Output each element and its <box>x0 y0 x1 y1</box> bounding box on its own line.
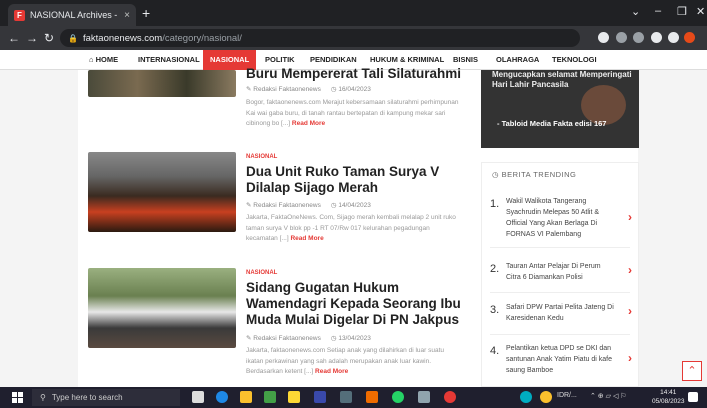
windows-start-icon[interactable] <box>12 392 23 403</box>
sidepanel-icon[interactable] <box>668 32 679 43</box>
browser-tab[interactable]: F NASIONAL Archives - FaktaOne! × <box>8 4 136 26</box>
article-meta: ✎ Redaksi Faktaonenews ◷ 16/04/2023 <box>246 85 371 93</box>
read-more-link[interactable]: Read More <box>290 235 323 242</box>
chrome-icon[interactable] <box>444 391 456 403</box>
tab-title: NASIONAL Archives - FaktaOne! <box>30 10 119 20</box>
author-label: ✎ Redaksi Faktaonenews <box>246 86 321 93</box>
banner-caption-bottom: - Tabloid Media Fakta edisi 167 <box>497 119 607 128</box>
notification-icon[interactable] <box>688 392 698 402</box>
taskbar-search-placeholder: Type here to search <box>51 393 123 402</box>
browser-tab-bar: F NASIONAL Archives - FaktaOne! × + ⌄ – … <box>0 0 707 26</box>
forward-arrow-icon[interactable]: → <box>26 31 38 45</box>
article-excerpt: Jakarta, faktaonenews.com Setiap anak ya… <box>246 347 445 375</box>
banner-caption-top: Mengucapkan selamat Memperingati Hari La… <box>492 70 632 89</box>
site-favicon-icon: F <box>14 9 25 21</box>
article-thumbnail[interactable] <box>88 152 236 232</box>
tray-currency-text[interactable]: IDR/... <box>557 392 577 399</box>
trending-heading: ◷ BERITA TRENDING <box>492 170 577 179</box>
author-label: ✎ Redaksi Faktaonenews <box>246 335 321 342</box>
date-label: ◷ 16/04/2023 <box>330 86 371 93</box>
trending-number: 4. <box>490 345 500 357</box>
scroll-to-top-button[interactable]: ⌃ <box>682 361 702 381</box>
google-lens-icon[interactable] <box>598 32 609 43</box>
app-icon[interactable] <box>314 391 326 403</box>
app-icon[interactable] <box>366 391 378 403</box>
url-text: faktaonenews.com/category/nasional/ <box>82 32 242 44</box>
article-meta: ✎ Redaksi Faktaonenews ◷ 14/04/2023 <box>246 201 371 209</box>
chevron-right-icon: › <box>628 263 632 277</box>
article-meta: ✎ Redaksi Faktaonenews ◷ 13/04/2023 <box>246 334 371 342</box>
tab-close-icon[interactable]: × <box>124 10 130 21</box>
trending-text: Pelantikan ketua DPD se DKI dan santunan… <box>506 345 612 374</box>
nav-internasional[interactable]: INTERNASIONAL <box>131 50 207 70</box>
divider <box>490 334 630 335</box>
article-title[interactable]: Dua Unit Ruko Taman Surya V Dilalap Sija… <box>246 164 466 196</box>
article-thumbnail[interactable] <box>88 70 236 97</box>
chevron-right-icon: › <box>628 351 632 365</box>
minimize-button[interactable]: – <box>655 5 661 17</box>
nav-teknologi[interactable]: TEKNOLOGI <box>545 50 604 70</box>
divider <box>490 292 630 293</box>
reload-icon[interactable]: ↻ <box>44 31 54 45</box>
back-arrow-icon[interactable]: ← <box>8 31 20 45</box>
clock-time: 14:41 <box>660 389 677 396</box>
search-icon: ⚲ <box>40 393 46 402</box>
read-more-link[interactable]: Read More <box>315 368 348 375</box>
new-tab-button[interactable]: + <box>142 5 150 21</box>
article-category[interactable]: NASIONAL <box>246 270 277 276</box>
app-icon[interactable] <box>418 391 430 403</box>
read-more-link[interactable]: Read More <box>292 120 325 127</box>
article-title[interactable]: Sidang Gugatan Hukum Wamendagri Kepada S… <box>246 280 466 328</box>
whatsapp-icon[interactable] <box>392 391 404 403</box>
app-icon[interactable] <box>288 391 300 403</box>
share-icon[interactable] <box>616 32 627 43</box>
trending-text: Wakil Walikota Tangerang Syachrudin Mele… <box>506 198 599 238</box>
divider <box>490 247 630 248</box>
profile-avatar[interactable] <box>684 32 695 43</box>
article-excerpt: Jakarta, FaktaOneNews. Com, Sijago merah… <box>246 214 456 242</box>
lock-icon: 🔒 <box>68 33 78 43</box>
edge-icon[interactable] <box>216 391 228 403</box>
article-thumbnail[interactable] <box>88 268 236 348</box>
close-window-button[interactable]: ✕ <box>696 5 705 18</box>
file-explorer-icon[interactable] <box>240 391 252 403</box>
trending-text: Tauran Antar Pelajar Di Perum Citra 6 Di… <box>506 263 601 281</box>
app-icon[interactable] <box>340 391 352 403</box>
bookmark-star-icon[interactable] <box>633 32 644 43</box>
extensions-icon[interactable] <box>651 32 662 43</box>
task-view-icon[interactable] <box>192 391 204 403</box>
nav-olahraga[interactable]: OLAHRAGA <box>489 50 546 70</box>
trending-item[interactable]: 4. Pelantikan ketua DPD se DKI dan santu… <box>490 343 638 376</box>
trending-item[interactable]: 1. Wakil Walikota Tangerang Syachrudin M… <box>490 196 638 240</box>
author-label: ✎ Redaksi Faktaonenews <box>246 202 321 209</box>
chevron-right-icon: › <box>628 210 632 224</box>
trending-number: 3. <box>490 304 500 316</box>
date-label: ◷ 13/04/2023 <box>330 335 371 342</box>
taskbar-clock[interactable]: 14:41 05/08/2023 <box>652 389 685 406</box>
currency-icon[interactable] <box>540 391 552 403</box>
restore-button[interactable]: ❐ <box>677 5 687 18</box>
weather-icon[interactable] <box>520 391 532 403</box>
nav-home[interactable]: ⌂ HOME <box>82 50 125 70</box>
trending-number: 2. <box>490 263 500 275</box>
tab-search-icon[interactable]: ⌄ <box>631 5 640 18</box>
windows-taskbar: ⚲ Type here to search IDR/... ⌃ ⊕ ▱ ◁ ⚐ … <box>0 387 707 408</box>
trending-number: 1. <box>490 198 500 210</box>
tray-icons[interactable]: ⌃ ⊕ ▱ ◁ ⚐ <box>590 392 627 400</box>
date-label: ◷ 14/04/2023 <box>330 202 371 209</box>
address-bar-row: ← → ↻ 🔒 faktaonenews.com/category/nasion… <box>0 26 707 50</box>
taskbar-search[interactable]: ⚲ Type here to search <box>32 389 180 406</box>
trending-text: Safari DPW Partai Pelita Jateng Di Kares… <box>506 304 614 322</box>
chevron-right-icon: › <box>628 304 632 318</box>
url-bar[interactable]: 🔒 faktaonenews.com/category/nasional/ <box>60 29 580 47</box>
trending-item[interactable]: 2. Tauran Antar Pelajar Di Perum Citra 6… <box>490 261 638 283</box>
trending-item[interactable]: 3. Safari DPW Partai Pelita Jateng Di Ka… <box>490 302 638 324</box>
article-category[interactable]: NASIONAL <box>246 154 277 160</box>
article-title[interactable]: Buru Mempererat Tali Silaturahmi <box>246 66 466 82</box>
clock-date: 05/08/2023 <box>652 397 685 405</box>
store-icon[interactable] <box>264 391 276 403</box>
article-excerpt: Bogor, faktaonenews.com Merajut kebersam… <box>246 99 459 127</box>
